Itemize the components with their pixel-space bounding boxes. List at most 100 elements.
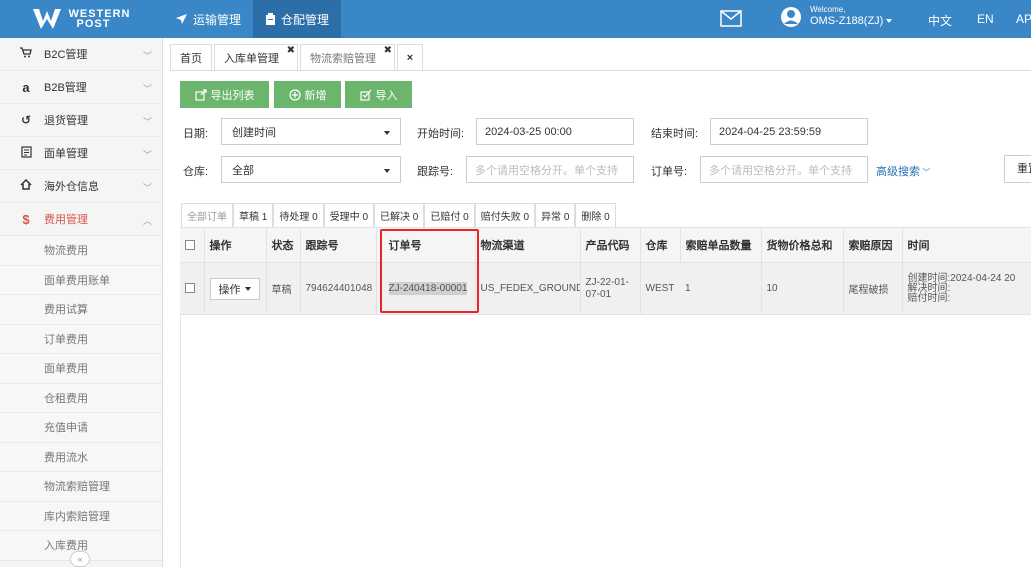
row-cell-status: 草稿	[266, 262, 301, 315]
caret-down-icon	[886, 19, 893, 24]
user-name: OMS-Z188(ZJ)	[810, 15, 893, 28]
status-tab-all[interactable]: 全部订单	[181, 203, 233, 227]
logo[interactable]: WESTERN POST	[0, 0, 163, 38]
start-time-label: 开始时间:	[417, 128, 465, 140]
advanced-search-link[interactable]: 高级搜索 ﹀	[876, 163, 930, 179]
status-tab-pending[interactable]: 待处理 0	[273, 203, 324, 227]
close-icon[interactable]: ✖	[384, 45, 392, 56]
sidebar: B2C管理 ﹀ a B2B管理 ﹀ ↺ 退货管理 ﹀ 面单管理 ﹀ 海外仓信息 …	[0, 38, 163, 567]
column-header: 索赔原因	[843, 227, 903, 263]
row-cell-tracking: 794624401048	[300, 262, 377, 315]
status-tab-exception[interactable]: 异常 0	[535, 203, 576, 227]
sidebar-item-fees[interactable]: $ 费用管理 ︿	[0, 203, 162, 236]
tab-inbound[interactable]: 入库单管理 ✖	[214, 44, 298, 70]
lang-zh[interactable]: 中文	[928, 12, 952, 29]
welcome-text: Welcome,	[810, 5, 846, 14]
row-cell-warehouse: WEST	[640, 262, 680, 315]
chevron-down-icon: ﹀	[920, 168, 931, 177]
row-checkbox[interactable]	[180, 262, 205, 315]
column-header: 索赔单品数量	[680, 227, 762, 263]
sidebar-item-b2b[interactable]: a B2B管理 ﹀	[0, 71, 162, 104]
sidebar-sub-item[interactable]: 物流索赔管理	[0, 472, 162, 502]
row-cell-price: 10	[761, 262, 844, 315]
status-tabs: 全部订单 草稿 1 待处理 0 受理中 0 已解决 0 已赔付 0 赔付失败 0…	[181, 203, 616, 227]
undo-icon: ↺	[20, 113, 32, 127]
close-all-tabs-button[interactable]: ×	[397, 44, 423, 70]
close-icon[interactable]: ✖	[287, 45, 295, 56]
row-action-dropdown[interactable]: 操作	[209, 277, 260, 300]
user-menu[interactable]: Welcome, OMS-Z188(ZJ)	[780, 5, 893, 28]
column-header: 跟踪号	[300, 227, 377, 263]
tab-home[interactable]: 首页	[170, 44, 212, 70]
sidebar-sub-item[interactable]: 费用流水	[0, 442, 162, 472]
top-nav-transport[interactable]: 运输管理	[163, 0, 253, 38]
status-tab-processing[interactable]: 受理中 0	[323, 203, 375, 227]
highlight-box	[380, 229, 479, 313]
order-number-input[interactable]: 多个请用空格分开。单个支持	[700, 156, 868, 183]
sidebar-sub-item[interactable]: 订单费用	[0, 324, 162, 354]
row-cell-time: 创建时间:2024-04-24 20 解决时间: 赔付时间:	[902, 262, 1031, 315]
sidebar-item-labels[interactable]: 面单管理 ﹀	[0, 137, 162, 170]
tracking-input[interactable]: 多个请用空格分开。单个支持	[466, 156, 634, 183]
row-cell-qty: 1	[680, 262, 762, 315]
dollar-icon: $	[22, 211, 30, 227]
export-icon	[194, 88, 207, 101]
sidebar-collapse-button[interactable]: «	[70, 551, 90, 567]
end-time-input[interactable]: 2024-04-25 23:59:59	[710, 118, 868, 145]
chevron-up-icon: ︿	[142, 216, 152, 226]
avatar-icon	[781, 6, 801, 27]
date-type-select[interactable]: 创建时间	[221, 118, 401, 145]
sidebar-item-returns[interactable]: ↺ 退货管理 ﹀	[0, 104, 162, 137]
cart-icon	[18, 47, 34, 61]
reset-button[interactable]: 重置	[1004, 155, 1031, 183]
top-nav-warehouse[interactable]: 仓配管理	[253, 0, 342, 38]
sidebar-item-b2c[interactable]: B2C管理 ﹀	[0, 38, 162, 71]
tracking-label: 跟踪号:	[417, 166, 454, 178]
column-header: 产品代码	[580, 227, 641, 263]
mail-icon[interactable]	[720, 10, 742, 27]
row-cell-op: 操作	[204, 262, 267, 315]
amazon-icon: a	[22, 79, 30, 95]
chevron-down-icon: ﹀	[142, 183, 152, 193]
sidebar-sub-item[interactable]: 物流费用	[0, 236, 162, 266]
export-list-button[interactable]: 导出列表	[180, 81, 269, 108]
column-header: 仓库	[640, 227, 681, 263]
top-bar: WESTERN POST 运输管理 仓配管理 Welcome, OMS-Z188…	[0, 0, 1031, 38]
sidebar-sub-item[interactable]: 面单费用账单	[0, 265, 162, 295]
order-number-label: 订单号:	[651, 166, 688, 178]
import-button[interactable]: 导入	[345, 81, 412, 108]
row-cell-channel: US_FEDEX_GROUND	[475, 262, 581, 315]
sidebar-sub-item[interactable]: 仓租费用	[0, 383, 162, 413]
lang-ap[interactable]: AP	[1016, 12, 1031, 26]
import-icon	[359, 89, 371, 101]
status-tab-deleted[interactable]: 删除 0	[575, 203, 616, 227]
plane-icon	[176, 14, 187, 24]
status-tab-payment-failed[interactable]: 赔付失败 0	[474, 203, 536, 227]
status-tab-resolved[interactable]: 已解决 0	[374, 203, 425, 227]
sidebar-sub-item[interactable]: 费用试算	[0, 295, 162, 325]
tab-logistics-claims[interactable]: 物流索赔管理 ✖	[300, 44, 395, 70]
sidebar-item-overseas[interactable]: 海外仓信息 ﹀	[0, 170, 162, 203]
status-tab-paid[interactable]: 已赔付 0	[424, 203, 475, 227]
logo-mark-icon	[32, 9, 61, 29]
end-time-label: 结束时间:	[651, 128, 699, 140]
clipboard-icon	[266, 13, 276, 25]
column-header: 时间	[902, 227, 1031, 263]
caret-down-icon	[244, 286, 251, 291]
status-tab-draft[interactable]: 草稿 1	[233, 203, 274, 227]
chevron-down-icon: ﹀	[142, 51, 152, 61]
sidebar-sub-item[interactable]: 充值申请	[0, 413, 162, 443]
table-row: 操作 草稿 794624401048 ZJ-240418-00001 US_FE…	[180, 262, 1031, 315]
select-all-checkbox[interactable]	[180, 227, 205, 263]
sidebar-sub-item[interactable]: 库内索赔管理	[0, 501, 162, 531]
add-button[interactable]: 新增	[274, 81, 341, 108]
start-time-input[interactable]: 2024-03-25 00:00	[476, 118, 634, 145]
claims-table: 操作 状态 跟踪号 订单号 物流渠道 产品代码 仓库 索赔单品数量 货物价格总和…	[180, 227, 1031, 315]
warehouse-label: 仓库:	[183, 166, 209, 178]
logo-text: WESTERN POST	[68, 8, 131, 30]
lang-en[interactable]: EN	[977, 12, 994, 26]
tabs-divider	[170, 70, 1031, 71]
warehouse-select[interactable]: 全部	[221, 156, 401, 183]
chevron-down-icon: ﹀	[142, 150, 152, 160]
sidebar-sub-item[interactable]: 面单费用	[0, 354, 162, 384]
